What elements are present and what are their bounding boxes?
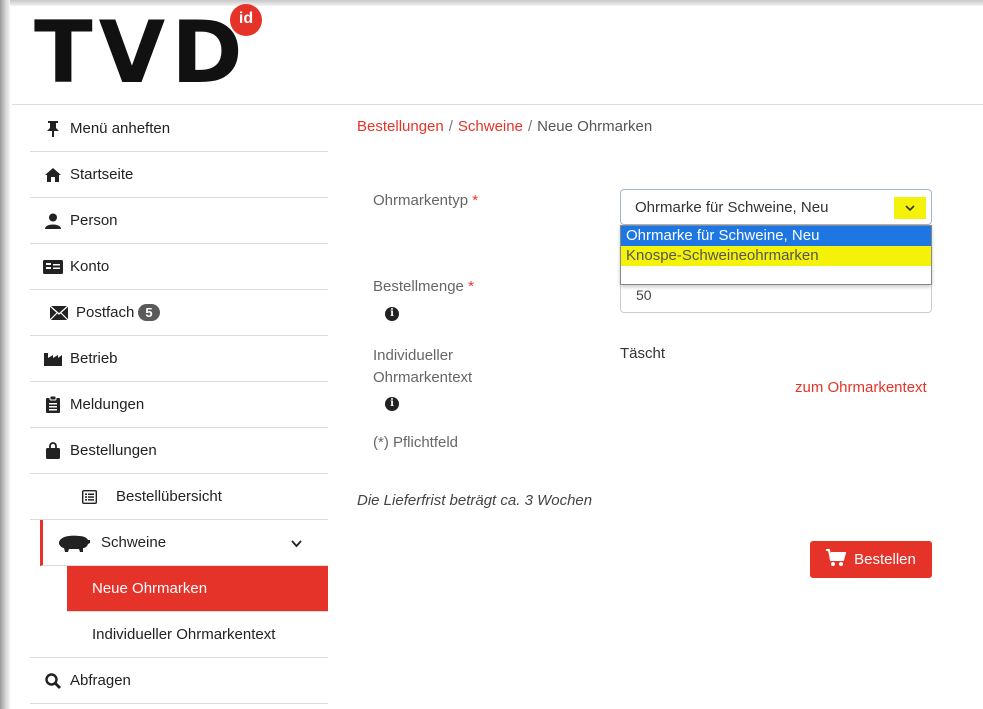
bestellmenge-label: Bestellmenge * <box>373 278 474 295</box>
sidebar-item-meldungen[interactable]: Meldungen <box>30 382 328 428</box>
sidebar-item-label: Startseite <box>70 166 134 183</box>
sidebar-item-label: Menü anheften <box>70 120 171 137</box>
factory-icon <box>42 352 64 366</box>
dropdown-option[interactable]: Ohrmarke für Schweine, Neu <box>621 226 931 246</box>
dropdown-option[interactable]: Knospe-Schweineohrmarken <box>621 246 931 266</box>
sidebar-item-betrieb[interactable]: Betrieb <box>30 336 328 382</box>
sidebar-item-person[interactable]: Person <box>30 198 328 244</box>
breadcrumb: Bestellungen / Schweine / Neue Ohrmarken <box>357 118 652 135</box>
ohrmarkentyp-label: Ohrmarkentyp * <box>373 192 478 209</box>
person-icon <box>42 213 64 229</box>
sidebar-item-konto[interactable]: Konto <box>30 244 328 290</box>
required-field-note: (*) Pflichtfeld <box>373 434 459 451</box>
search-icon <box>42 672 64 689</box>
sidebar-item-pin-menu[interactable]: Menü anheften <box>30 106 328 152</box>
breadcrumb-bestellungen[interactable]: Bestellungen <box>357 118 444 135</box>
header-divider <box>12 104 983 105</box>
sidebar-item-bestellungen[interactable]: Bestellungen <box>30 428 328 474</box>
shopping-cart-icon <box>826 548 847 571</box>
sidebar-item-label: Postfach <box>76 304 135 321</box>
sidebar-item-label: Bestellübersicht <box>116 488 222 505</box>
sidebar-nav: Menü anheften Startseite Person Konto Po… <box>30 106 328 704</box>
ohrmarkentyp-label-text: Ohrmarkentyp <box>373 192 469 209</box>
pin-icon <box>42 120 64 137</box>
individueller-text-label: Individueller Ohrmarkentext <box>373 345 472 389</box>
sidebar-item-label: Person <box>70 212 118 229</box>
envelope-icon <box>48 305 70 320</box>
list-icon <box>78 489 100 504</box>
sidebar-item-label: Schweine <box>101 534 167 551</box>
breadcrumb-schweine[interactable]: Schweine <box>458 118 523 135</box>
sidebar-item-label: Abfragen <box>70 672 131 689</box>
label-line: Ohrmarkentext <box>373 369 473 386</box>
unread-count-badge: 5 <box>138 304 160 321</box>
sidebar-item-label: Konto <box>70 258 110 275</box>
sidebar-item-schweine[interactable]: Schweine <box>40 520 328 566</box>
app-frame: TVD id Menü anheften Startseite Person K… <box>0 0 983 709</box>
account-card-icon <box>42 259 64 274</box>
sidebar-item-label: Meldungen <box>70 396 145 413</box>
sidebar-item-label: Bestellungen <box>70 442 157 459</box>
sidebar-item-individueller-ohrmarkentext[interactable]: Individueller Ohrmarkentext <box>30 612 328 658</box>
info-icon[interactable]: i <box>385 397 399 411</box>
chevron-down-icon[interactable] <box>291 535 302 552</box>
delivery-time-note: Die Lieferfrist beträgt ca. 3 Wochen <box>357 492 593 509</box>
clipboard-icon <box>42 396 64 413</box>
sidebar-item-bestelluebersicht[interactable]: Bestellübersicht <box>30 474 328 520</box>
sidebar-item-label: Neue Ohrmarken <box>92 580 208 597</box>
zum-ohrmarkentext-link[interactable]: zum Ohrmarkentext <box>795 379 927 396</box>
sidebar-item-startseite[interactable]: Startseite <box>30 152 328 198</box>
bestellmenge-input[interactable]: 50 <box>620 285 932 313</box>
breadcrumb-separator: / <box>527 118 533 135</box>
sidebar-item-neue-ohrmarken[interactable]: Neue Ohrmarken <box>67 566 328 612</box>
ohrmarkentyp-dropdown-list: Ohrmarke für Schweine, Neu Knospe-Schwei… <box>620 225 932 285</box>
window-left-edge <box>0 0 10 709</box>
sidebar-item-label: Individueller Ohrmarkentext <box>92 626 276 643</box>
breadcrumb-separator: / <box>448 118 453 135</box>
bestellmenge-label-text: Bestellmenge <box>373 278 464 295</box>
chevron-down-icon[interactable] <box>894 197 926 219</box>
info-icon[interactable]: i <box>385 307 399 321</box>
bestellen-button[interactable]: Bestellen <box>810 541 932 578</box>
breadcrumb-current: Neue Ohrmarken <box>537 118 653 135</box>
logo-text: TVD <box>34 3 249 103</box>
pig-icon <box>57 534 91 552</box>
logo-badge: id <box>230 4 262 36</box>
label-line: Individueller <box>373 347 454 364</box>
required-asterisk: * <box>468 278 474 295</box>
home-icon <box>42 167 64 183</box>
ohrmarkentext-value: Täscht <box>620 345 666 362</box>
bestellen-button-label: Bestellen <box>854 551 916 568</box>
required-asterisk: * <box>472 192 479 209</box>
shopping-bag-icon <box>42 442 64 459</box>
select-value: Ohrmarke für Schweine, Neu <box>635 199 829 216</box>
ohrmarkentyp-select[interactable]: Ohrmarke für Schweine, Neu <box>620 189 932 225</box>
sidebar-item-postfach[interactable]: Postfach 5 <box>30 290 328 336</box>
sidebar-item-label: Betrieb <box>70 350 118 367</box>
sidebar-item-abfragen[interactable]: Abfragen <box>30 658 328 704</box>
